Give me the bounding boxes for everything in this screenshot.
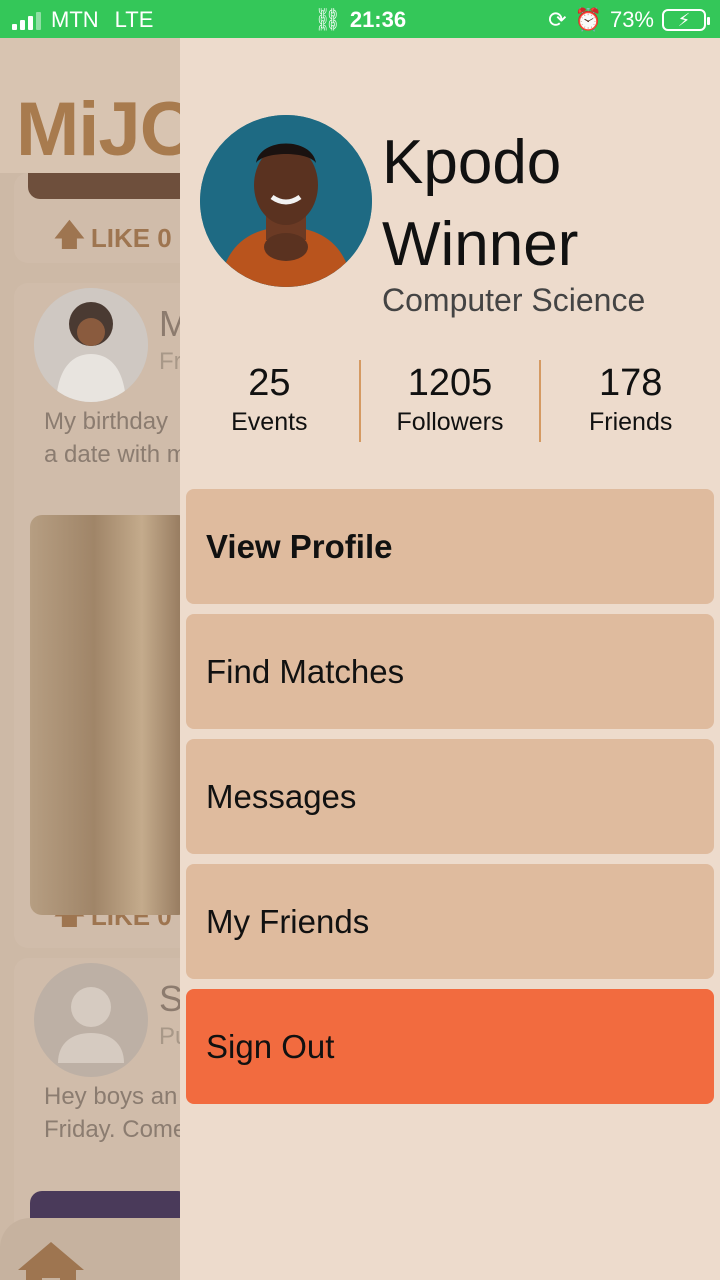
avatar bbox=[34, 288, 148, 402]
stat-value: 1205 bbox=[407, 362, 493, 404]
status-bar: MTN LTE ⛓ 21:36 ⟳ ⏰ 73% ⚡ bbox=[0, 0, 720, 38]
stat-label: Friends bbox=[588, 408, 673, 436]
post-photo bbox=[30, 515, 190, 915]
messages-button[interactable]: Messages bbox=[186, 739, 714, 854]
profile-name: Kpodo Winner bbox=[382, 128, 579, 279]
side-drawer: Kpodo Winner Computer Science 25 Events … bbox=[180, 38, 720, 1280]
stat-value: 178 bbox=[598, 362, 663, 404]
like-label: LIKE 0 bbox=[90, 223, 172, 253]
profile-department: Computer Science bbox=[382, 282, 646, 318]
avatar-placeholder bbox=[34, 963, 148, 1077]
stat-label: Events bbox=[231, 408, 308, 436]
post-text-line: a date with m bbox=[44, 441, 187, 468]
home-icon[interactable] bbox=[16, 1240, 86, 1280]
view-profile-button[interactable]: View Profile bbox=[186, 489, 714, 604]
sign-out-button[interactable]: Sign Out bbox=[186, 989, 714, 1104]
stat-events[interactable]: 25 Events bbox=[180, 360, 359, 442]
stat-friends[interactable]: 178 Friends bbox=[541, 360, 720, 442]
link-icon: ⛓ bbox=[313, 7, 342, 32]
alarm-icon: ⏰ bbox=[574, 7, 602, 32]
drawer-menu: View Profile Find Matches Messages My Fr… bbox=[186, 489, 714, 1114]
post-text-line: Hey boys an bbox=[44, 1083, 178, 1110]
my-friends-button[interactable]: My Friends bbox=[186, 864, 714, 979]
rotation-lock-icon: ⟳ bbox=[548, 7, 567, 32]
clock: 21:36 bbox=[349, 7, 407, 32]
battery-icon: ⚡ bbox=[662, 9, 710, 31]
post-text-line: Friday. Come bbox=[44, 1116, 187, 1143]
stat-label: Followers bbox=[396, 408, 504, 436]
stat-followers[interactable]: 1205 Followers bbox=[361, 360, 540, 442]
app-logo: MiJO bbox=[16, 87, 199, 172]
profile-stats: 25 Events 1205 Followers 178 Friends bbox=[180, 360, 720, 442]
up-arrow-icon: 🡅 bbox=[54, 219, 85, 252]
stat-value: 25 bbox=[248, 362, 291, 404]
profile-photo[interactable] bbox=[200, 115, 372, 287]
battery-percent: 73% bbox=[609, 7, 654, 32]
post-image bbox=[28, 173, 198, 199]
post-text-line: My birthday bbox=[44, 408, 169, 435]
find-matches-button[interactable]: Find Matches bbox=[186, 614, 714, 729]
like-button[interactable]: 🡅 LIKE 0 bbox=[54, 213, 172, 264]
